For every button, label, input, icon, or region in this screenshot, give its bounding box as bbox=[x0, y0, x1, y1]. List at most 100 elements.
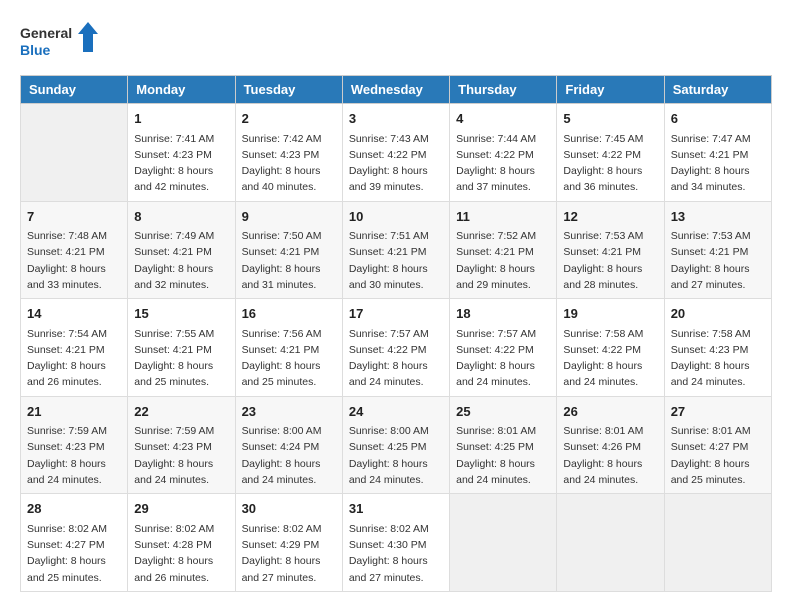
day-info: Sunrise: 7:57 AMSunset: 4:22 PMDaylight:… bbox=[349, 326, 443, 391]
day-info: Sunrise: 8:00 AMSunset: 4:25 PMDaylight:… bbox=[349, 423, 443, 488]
calendar-day-cell: 13Sunrise: 7:53 AMSunset: 4:21 PMDayligh… bbox=[664, 201, 771, 299]
calendar-day-cell: 7Sunrise: 7:48 AMSunset: 4:21 PMDaylight… bbox=[21, 201, 128, 299]
day-info: Sunrise: 7:45 AMSunset: 4:22 PMDaylight:… bbox=[563, 131, 657, 196]
day-number: 10 bbox=[349, 207, 443, 227]
day-info: Sunrise: 7:59 AMSunset: 4:23 PMDaylight:… bbox=[27, 423, 121, 488]
day-info: Sunrise: 7:50 AMSunset: 4:21 PMDaylight:… bbox=[242, 228, 336, 293]
calendar-day-cell: 6Sunrise: 7:47 AMSunset: 4:21 PMDaylight… bbox=[664, 104, 771, 202]
day-of-week-header: Friday bbox=[557, 76, 664, 104]
calendar-day-cell: 23Sunrise: 8:00 AMSunset: 4:24 PMDayligh… bbox=[235, 396, 342, 494]
calendar-day-cell: 24Sunrise: 8:00 AMSunset: 4:25 PMDayligh… bbox=[342, 396, 449, 494]
calendar-week-row: 7Sunrise: 7:48 AMSunset: 4:21 PMDaylight… bbox=[21, 201, 772, 299]
calendar-day-cell: 15Sunrise: 7:55 AMSunset: 4:21 PMDayligh… bbox=[128, 299, 235, 397]
day-number: 14 bbox=[27, 304, 121, 324]
calendar-day-cell: 19Sunrise: 7:58 AMSunset: 4:22 PMDayligh… bbox=[557, 299, 664, 397]
day-number: 9 bbox=[242, 207, 336, 227]
day-of-week-header: Sunday bbox=[21, 76, 128, 104]
day-info: Sunrise: 8:01 AMSunset: 4:26 PMDaylight:… bbox=[563, 423, 657, 488]
day-info: Sunrise: 7:48 AMSunset: 4:21 PMDaylight:… bbox=[27, 228, 121, 293]
day-number: 17 bbox=[349, 304, 443, 324]
calendar-day-cell: 28Sunrise: 8:02 AMSunset: 4:27 PMDayligh… bbox=[21, 494, 128, 592]
day-number: 26 bbox=[563, 402, 657, 422]
calendar-day-cell: 29Sunrise: 8:02 AMSunset: 4:28 PMDayligh… bbox=[128, 494, 235, 592]
day-number: 11 bbox=[456, 207, 550, 227]
day-info: Sunrise: 7:51 AMSunset: 4:21 PMDaylight:… bbox=[349, 228, 443, 293]
day-of-week-header: Tuesday bbox=[235, 76, 342, 104]
calendar-day-cell: 25Sunrise: 8:01 AMSunset: 4:25 PMDayligh… bbox=[450, 396, 557, 494]
calendar-week-row: 1Sunrise: 7:41 AMSunset: 4:23 PMDaylight… bbox=[21, 104, 772, 202]
day-number: 13 bbox=[671, 207, 765, 227]
day-number: 25 bbox=[456, 402, 550, 422]
calendar-day-cell: 9Sunrise: 7:50 AMSunset: 4:21 PMDaylight… bbox=[235, 201, 342, 299]
calendar-day-cell: 4Sunrise: 7:44 AMSunset: 4:22 PMDaylight… bbox=[450, 104, 557, 202]
day-info: Sunrise: 7:43 AMSunset: 4:22 PMDaylight:… bbox=[349, 131, 443, 196]
day-number: 27 bbox=[671, 402, 765, 422]
day-number: 12 bbox=[563, 207, 657, 227]
calendar-day-cell bbox=[21, 104, 128, 202]
day-info: Sunrise: 7:47 AMSunset: 4:21 PMDaylight:… bbox=[671, 131, 765, 196]
day-of-week-header: Thursday bbox=[450, 76, 557, 104]
svg-text:General: General bbox=[20, 25, 72, 41]
calendar-day-cell: 14Sunrise: 7:54 AMSunset: 4:21 PMDayligh… bbox=[21, 299, 128, 397]
day-number: 20 bbox=[671, 304, 765, 324]
calendar-day-cell: 22Sunrise: 7:59 AMSunset: 4:23 PMDayligh… bbox=[128, 396, 235, 494]
day-number: 15 bbox=[134, 304, 228, 324]
calendar-day-cell: 11Sunrise: 7:52 AMSunset: 4:21 PMDayligh… bbox=[450, 201, 557, 299]
day-info: Sunrise: 8:00 AMSunset: 4:24 PMDaylight:… bbox=[242, 423, 336, 488]
day-number: 16 bbox=[242, 304, 336, 324]
day-of-week-header: Saturday bbox=[664, 76, 771, 104]
day-number: 6 bbox=[671, 109, 765, 129]
day-number: 2 bbox=[242, 109, 336, 129]
day-info: Sunrise: 7:41 AMSunset: 4:23 PMDaylight:… bbox=[134, 131, 228, 196]
calendar-day-cell: 17Sunrise: 7:57 AMSunset: 4:22 PMDayligh… bbox=[342, 299, 449, 397]
calendar-week-row: 28Sunrise: 8:02 AMSunset: 4:27 PMDayligh… bbox=[21, 494, 772, 592]
calendar-day-cell: 21Sunrise: 7:59 AMSunset: 4:23 PMDayligh… bbox=[21, 396, 128, 494]
day-info: Sunrise: 7:57 AMSunset: 4:22 PMDaylight:… bbox=[456, 326, 550, 391]
day-number: 21 bbox=[27, 402, 121, 422]
calendar-day-cell: 2Sunrise: 7:42 AMSunset: 4:23 PMDaylight… bbox=[235, 104, 342, 202]
calendar-day-cell bbox=[450, 494, 557, 592]
day-info: Sunrise: 8:01 AMSunset: 4:27 PMDaylight:… bbox=[671, 423, 765, 488]
day-info: Sunrise: 7:58 AMSunset: 4:22 PMDaylight:… bbox=[563, 326, 657, 391]
calendar-day-cell: 1Sunrise: 7:41 AMSunset: 4:23 PMDaylight… bbox=[128, 104, 235, 202]
day-info: Sunrise: 7:42 AMSunset: 4:23 PMDaylight:… bbox=[242, 131, 336, 196]
calendar-week-row: 21Sunrise: 7:59 AMSunset: 4:23 PMDayligh… bbox=[21, 396, 772, 494]
day-number: 5 bbox=[563, 109, 657, 129]
calendar-week-row: 14Sunrise: 7:54 AMSunset: 4:21 PMDayligh… bbox=[21, 299, 772, 397]
day-number: 28 bbox=[27, 499, 121, 519]
calendar-day-cell: 20Sunrise: 7:58 AMSunset: 4:23 PMDayligh… bbox=[664, 299, 771, 397]
day-info: Sunrise: 7:56 AMSunset: 4:21 PMDaylight:… bbox=[242, 326, 336, 391]
day-info: Sunrise: 7:54 AMSunset: 4:21 PMDaylight:… bbox=[27, 326, 121, 391]
day-number: 29 bbox=[134, 499, 228, 519]
day-number: 23 bbox=[242, 402, 336, 422]
day-number: 30 bbox=[242, 499, 336, 519]
day-of-week-header: Wednesday bbox=[342, 76, 449, 104]
day-info: Sunrise: 7:52 AMSunset: 4:21 PMDaylight:… bbox=[456, 228, 550, 293]
calendar-day-cell: 16Sunrise: 7:56 AMSunset: 4:21 PMDayligh… bbox=[235, 299, 342, 397]
day-info: Sunrise: 7:44 AMSunset: 4:22 PMDaylight:… bbox=[456, 131, 550, 196]
calendar-day-cell: 27Sunrise: 8:01 AMSunset: 4:27 PMDayligh… bbox=[664, 396, 771, 494]
day-info: Sunrise: 7:59 AMSunset: 4:23 PMDaylight:… bbox=[134, 423, 228, 488]
day-number: 22 bbox=[134, 402, 228, 422]
day-of-week-header: Monday bbox=[128, 76, 235, 104]
day-number: 24 bbox=[349, 402, 443, 422]
calendar-day-cell: 8Sunrise: 7:49 AMSunset: 4:21 PMDaylight… bbox=[128, 201, 235, 299]
calendar-day-cell: 3Sunrise: 7:43 AMSunset: 4:22 PMDaylight… bbox=[342, 104, 449, 202]
page-header: General Blue bbox=[20, 20, 772, 65]
day-number: 18 bbox=[456, 304, 550, 324]
calendar-day-cell: 5Sunrise: 7:45 AMSunset: 4:22 PMDaylight… bbox=[557, 104, 664, 202]
logo-svg: General Blue bbox=[20, 20, 100, 65]
calendar-table: SundayMondayTuesdayWednesdayThursdayFrid… bbox=[20, 75, 772, 592]
day-info: Sunrise: 7:53 AMSunset: 4:21 PMDaylight:… bbox=[563, 228, 657, 293]
calendar-day-cell: 12Sunrise: 7:53 AMSunset: 4:21 PMDayligh… bbox=[557, 201, 664, 299]
day-number: 4 bbox=[456, 109, 550, 129]
calendar-day-cell: 18Sunrise: 7:57 AMSunset: 4:22 PMDayligh… bbox=[450, 299, 557, 397]
day-number: 7 bbox=[27, 207, 121, 227]
day-number: 31 bbox=[349, 499, 443, 519]
calendar-day-cell: 31Sunrise: 8:02 AMSunset: 4:30 PMDayligh… bbox=[342, 494, 449, 592]
day-info: Sunrise: 8:02 AMSunset: 4:28 PMDaylight:… bbox=[134, 521, 228, 586]
calendar-day-cell: 30Sunrise: 8:02 AMSunset: 4:29 PMDayligh… bbox=[235, 494, 342, 592]
day-info: Sunrise: 8:01 AMSunset: 4:25 PMDaylight:… bbox=[456, 423, 550, 488]
calendar-day-cell bbox=[557, 494, 664, 592]
calendar-day-cell: 26Sunrise: 8:01 AMSunset: 4:26 PMDayligh… bbox=[557, 396, 664, 494]
